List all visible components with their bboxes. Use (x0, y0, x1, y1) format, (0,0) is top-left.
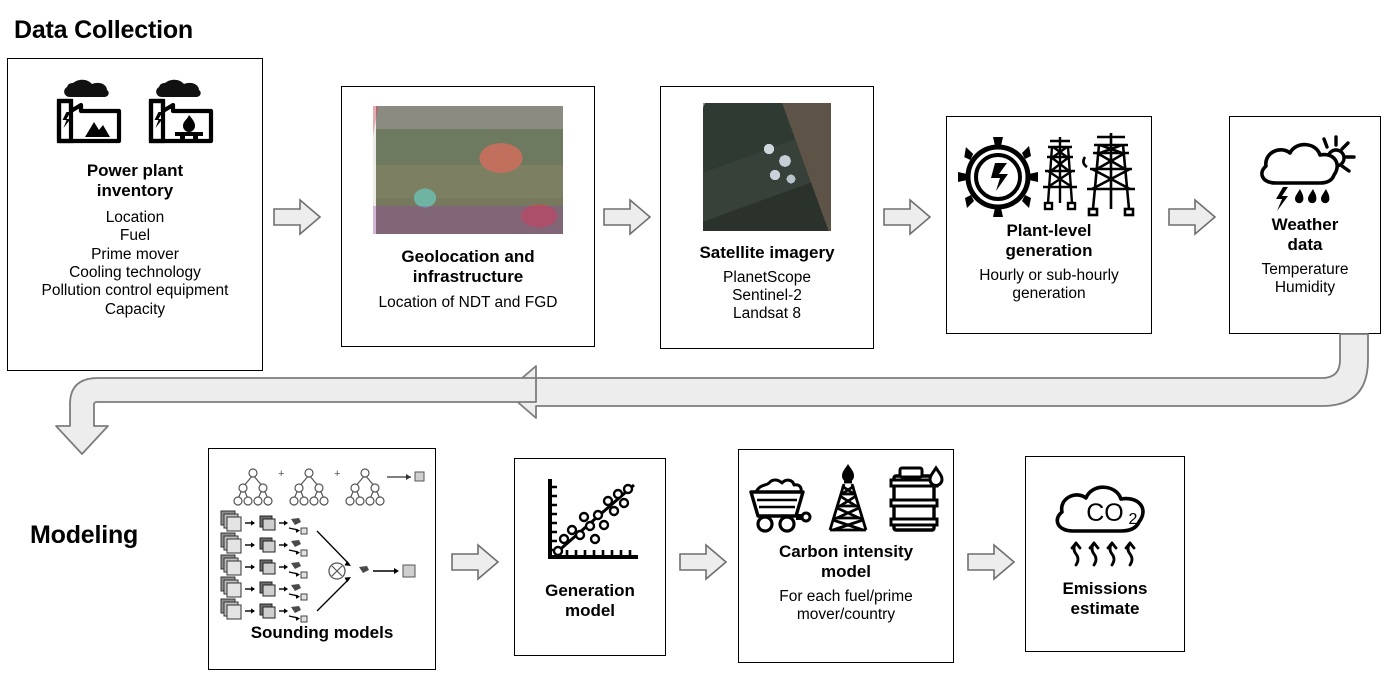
box-sounding-models[interactable]: + + Sounding models (208, 448, 436, 670)
scatter-regression-icon (548, 479, 638, 559)
box-title-generation-model: Generation model (545, 581, 635, 620)
flow-arrow-2 (602, 198, 652, 236)
section-title-modeling: Modeling (30, 521, 139, 549)
box-emissions-estimate[interactable]: CO 2 Emissions estimate (1025, 456, 1185, 652)
box-satellite-imagery[interactable]: Satellite imagery PlanetScope Sentinel-2… (660, 86, 874, 349)
power-plant-icons (47, 79, 223, 153)
box-geolocation-and-infrastructure[interactable]: Geolocation and infrastructure Location … (341, 86, 595, 347)
carbon-intensity-icons (748, 462, 944, 538)
box-details-power-plant-inventory: Location Fuel Prime mover Cooling techno… (41, 209, 229, 318)
oil-derrick-icon (828, 464, 868, 532)
box-carbon-intensity-model[interactable]: Carbon intensity model For each fuel/pri… (738, 449, 954, 663)
box-title-emissions-estimate: Emissions estimate (1062, 579, 1148, 618)
section-title-data-collection: Data Collection (14, 16, 193, 44)
satellite-image-thumbnail (703, 103, 831, 231)
box-title-carbon-intensity-model: Carbon intensity model (778, 542, 914, 581)
box-details-weather-data: Temperature Humidity (1261, 261, 1349, 297)
svg-text:+: + (334, 468, 340, 480)
box-details-plant-level-generation: Hourly or sub-hourly generation (979, 267, 1119, 303)
box-title-power-plant-inventory: Power plant inventory (86, 161, 184, 200)
storm-cloud-icon (1260, 135, 1356, 211)
transmission-tower-icon (1082, 133, 1135, 217)
turbine-icon (958, 137, 1038, 217)
box-title-satellite-imagery: Satellite imagery (699, 243, 835, 262)
box-title-sounding-models: Sounding models (250, 623, 394, 642)
plant-generation-icons (958, 131, 1139, 217)
flow-arrow-1 (272, 198, 322, 236)
flow-arrow-4 (1167, 198, 1217, 236)
flow-arrow-7 (966, 543, 1016, 581)
box-power-plant-inventory[interactable]: Power plant inventory Location Fuel Prim… (7, 58, 263, 371)
svg-text:+: + (278, 468, 284, 480)
box-title-geolocation-and-infrastructure: Geolocation and infrastructure (401, 247, 535, 286)
transmission-tower-icon (1043, 137, 1077, 211)
coal-cart-icon (749, 478, 812, 533)
box-details-satellite-imagery: PlanetScope Sentinel-2 Landsat 8 (723, 268, 811, 323)
flow-arrow-5 (450, 543, 500, 581)
flow-arrow-6 (678, 543, 728, 581)
gas-power-plant-icon (148, 79, 214, 144)
oil-barrel-icon (889, 465, 944, 532)
box-plant-level-generation[interactable]: Plant-level generation Hourly or sub-hou… (946, 116, 1152, 334)
decision-tree-ensemble-icon: + + (220, 468, 425, 623)
feedback-connector-arrow (0, 330, 1390, 460)
flowchart-canvas: Data Collection Modeling Power plant inv… (0, 0, 1390, 678)
box-weather-data[interactable]: Weather data Temperature Humidity (1229, 116, 1381, 334)
co2-cloud-icon: CO 2 (1055, 485, 1145, 567)
box-title-plant-level-generation: Plant-level generation (1005, 221, 1093, 260)
coal-power-plant-icon (56, 79, 122, 144)
svg-text:2: 2 (1129, 511, 1138, 528)
box-details-carbon-intensity-model: For each fuel/prime mover/country (779, 588, 913, 624)
box-title-weather-data: Weather data (1271, 215, 1339, 254)
weather-icons (1250, 131, 1360, 213)
aerial-map-thumbnail (373, 106, 563, 234)
box-details-geolocation-and-infrastructure: Location of NDT and FGD (378, 294, 558, 312)
flow-arrow-3 (882, 198, 932, 236)
box-generation-model[interactable]: Generation model (514, 458, 666, 656)
svg-text:CO: CO (1086, 499, 1124, 527)
